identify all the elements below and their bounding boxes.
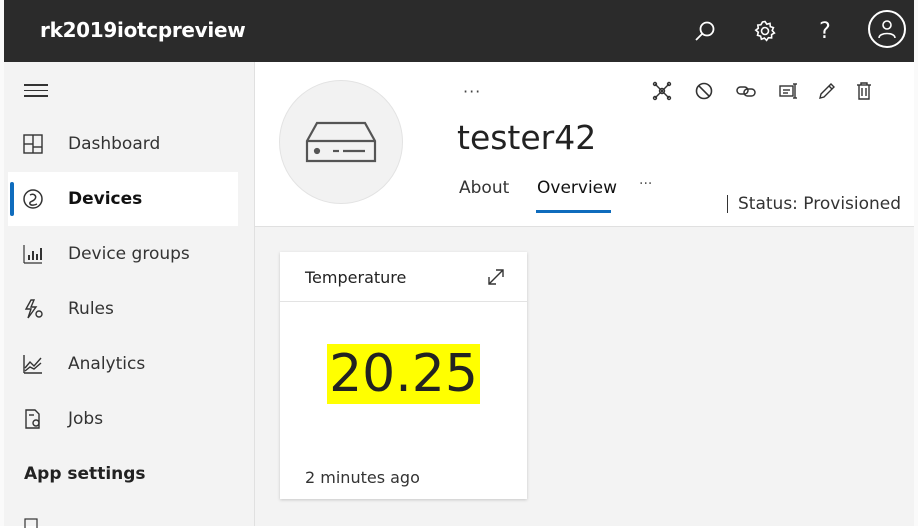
status-separator xyxy=(727,195,728,213)
search-icon[interactable] xyxy=(688,14,722,48)
device-avatar xyxy=(279,80,403,204)
tab-about[interactable]: About xyxy=(459,178,509,198)
migrate-icon[interactable] xyxy=(776,78,802,104)
block-icon[interactable] xyxy=(691,78,717,104)
device-name: tester42 xyxy=(457,118,597,157)
app-settings-heading: App settings xyxy=(24,464,146,484)
sidebar: Dashboard Devices Device groups Rules An… xyxy=(4,62,255,528)
tab-overview[interactable]: Overview xyxy=(537,178,617,198)
sidebar-item-devices[interactable]: Devices xyxy=(8,172,238,226)
sidebar-item-jobs[interactable]: Jobs xyxy=(8,392,238,446)
temperature-value: 20.25 xyxy=(327,344,480,404)
link-icon[interactable] xyxy=(733,78,759,104)
tile-title: Temperature xyxy=(305,268,407,287)
tile-timestamp: 2 minutes ago xyxy=(305,468,420,487)
sidebar-item-label: Analytics xyxy=(68,354,146,374)
main-content: ··· tester42 About Overview ··· Status: … xyxy=(255,62,914,526)
temperature-tile: Temperature 20.25 2 minutes ago xyxy=(280,252,527,499)
tile-value-container: 20.25 xyxy=(280,344,527,404)
help-glyph: ? xyxy=(819,18,831,44)
devices-icon xyxy=(23,189,43,209)
sidebar-item-dashboard[interactable]: Dashboard xyxy=(8,117,238,171)
sidebar-item-label: Jobs xyxy=(68,409,104,429)
device-groups-icon xyxy=(23,245,42,264)
sidebar-item-analytics[interactable]: Analytics xyxy=(8,337,238,391)
menu-icon[interactable] xyxy=(24,80,48,98)
settings-icon[interactable] xyxy=(748,14,782,48)
tab-more-button[interactable]: ··· xyxy=(639,176,652,192)
top-bar: rk2019iotcpreview ? xyxy=(4,0,914,62)
dashboard-icon xyxy=(23,134,43,154)
sidebar-item-rules[interactable]: Rules xyxy=(8,282,238,336)
rules-icon xyxy=(24,299,43,319)
connect-icon[interactable] xyxy=(649,78,675,104)
sidebar-item-label: Rules xyxy=(68,299,114,319)
delete-icon[interactable] xyxy=(851,78,877,104)
sidebar-item-device-groups[interactable]: Device groups xyxy=(8,227,238,281)
more-options-button[interactable]: ··· xyxy=(463,82,481,101)
device-icon xyxy=(305,121,377,163)
tab-active-underline xyxy=(536,210,611,213)
jobs-icon xyxy=(25,409,40,429)
expand-icon[interactable] xyxy=(485,266,507,288)
device-header: ··· tester42 About Overview ··· Status: … xyxy=(255,62,914,227)
help-icon[interactable]: ? xyxy=(808,14,842,48)
sidebar-item-label: Dashboard xyxy=(68,134,161,154)
analytics-icon xyxy=(23,355,42,374)
edit-icon[interactable] xyxy=(814,78,840,104)
sidebar-item-label: Devices xyxy=(68,189,143,209)
account-icon[interactable] xyxy=(868,10,906,48)
sidebar-item-partial[interactable] xyxy=(24,518,224,528)
tile-divider xyxy=(280,301,527,302)
sidebar-item-label: Device groups xyxy=(68,244,190,264)
status-text: Status: Provisioned xyxy=(727,194,901,214)
app-title[interactable]: rk2019iotcpreview xyxy=(40,18,246,42)
status-label: Status: Provisioned xyxy=(738,194,902,214)
active-indicator xyxy=(10,182,14,216)
